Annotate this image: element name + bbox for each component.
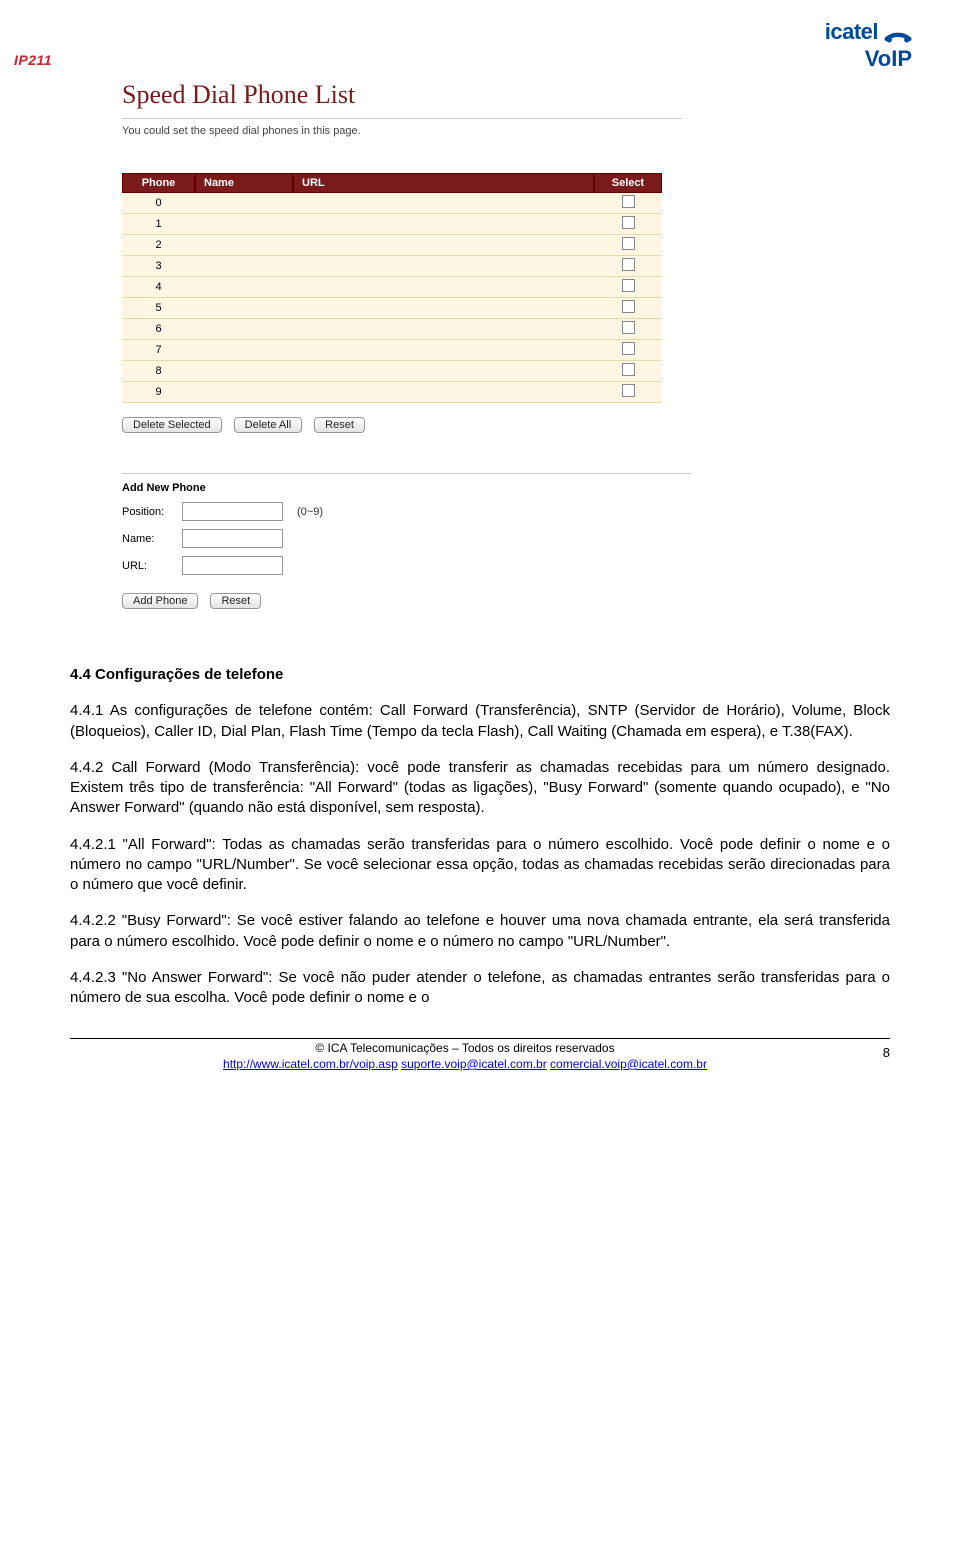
table-row: 4 — [122, 277, 662, 298]
table-row: 8 — [122, 361, 662, 382]
table-row: 9 — [122, 382, 662, 403]
table-row: 7 — [122, 340, 662, 361]
select-checkbox[interactable] — [622, 363, 635, 376]
phone-cell: 3 — [122, 256, 195, 277]
speed-dial-config-panel: Speed Dial Phone List You could set the … — [122, 80, 692, 609]
select-checkbox[interactable] — [622, 279, 635, 292]
paragraph: 4.4.2.1 "All Forward": Todas as chamadas… — [70, 835, 890, 896]
select-checkbox[interactable] — [622, 321, 635, 334]
product-label: IP211 — [14, 18, 52, 68]
paragraph: 4.4.2.2 "Busy Forward": Se você estiver … — [70, 911, 890, 952]
url-input[interactable] — [182, 556, 283, 575]
phone-table: Phone Name URL Select 0123456789 — [122, 173, 662, 403]
name-input[interactable] — [182, 529, 283, 548]
add-new-phone-heading: Add New Phone — [122, 473, 692, 494]
name-cell — [195, 277, 293, 298]
url-label: URL: — [122, 560, 172, 572]
brand-logo: icatel VoIP — [825, 18, 912, 72]
name-cell — [195, 214, 293, 235]
select-checkbox[interactable] — [622, 258, 635, 271]
url-cell — [293, 277, 594, 298]
name-cell — [195, 298, 293, 319]
phone-cell: 5 — [122, 298, 195, 319]
url-cell — [293, 214, 594, 235]
phone-cell: 0 — [122, 193, 195, 214]
page-number: 8 — [860, 1041, 890, 1060]
position-input[interactable] — [182, 502, 283, 521]
paragraph: 4.4.2 Call Forward (Modo Transferência):… — [70, 758, 890, 819]
footer-link[interactable]: http://www.icatel.com.br/voip.asp — [223, 1057, 398, 1071]
col-phone: Phone — [122, 173, 195, 193]
phone-cell: 8 — [122, 361, 195, 382]
url-cell — [293, 382, 594, 403]
select-checkbox[interactable] — [622, 237, 635, 250]
delete-all-button[interactable]: Delete All — [234, 417, 302, 433]
url-cell — [293, 319, 594, 340]
brand-name-bottom: VoIP — [825, 46, 912, 72]
page-footer: © ICA Telecomunicações – Todos os direit… — [70, 1038, 890, 1072]
paragraph: 4.4.2.3 "No Answer Forward": Se você não… — [70, 968, 890, 1009]
phone-arc-icon — [884, 18, 912, 46]
position-hint: (0~9) — [297, 506, 323, 518]
select-checkbox[interactable] — [622, 300, 635, 313]
phone-cell: 2 — [122, 235, 195, 256]
table-row: 1 — [122, 214, 662, 235]
name-cell — [195, 235, 293, 256]
col-url: URL — [293, 173, 594, 193]
name-cell — [195, 193, 293, 214]
select-checkbox[interactable] — [622, 342, 635, 355]
phone-cell: 9 — [122, 382, 195, 403]
brand-name-top: icatel — [825, 19, 878, 45]
footer-email-support[interactable]: suporte.voip@icatel.com.br — [401, 1057, 547, 1071]
delete-selected-button[interactable]: Delete Selected — [122, 417, 222, 433]
table-row: 3 — [122, 256, 662, 277]
name-label: Name: — [122, 533, 172, 545]
panel-title: Speed Dial Phone List — [122, 80, 692, 110]
url-cell — [293, 361, 594, 382]
copyright-line: © ICA Telecomunicações – Todos os direit… — [315, 1041, 614, 1055]
reset-list-button[interactable]: Reset — [314, 417, 365, 433]
add-phone-button[interactable]: Add Phone — [122, 593, 198, 609]
name-cell — [195, 361, 293, 382]
panel-subtitle: You could set the speed dial phones in t… — [122, 118, 682, 137]
reset-form-button[interactable]: Reset — [210, 593, 261, 609]
name-cell — [195, 319, 293, 340]
section-heading: 4.4 Configurações de telefone — [70, 665, 890, 685]
select-checkbox[interactable] — [622, 216, 635, 229]
url-cell — [293, 235, 594, 256]
paragraph: 4.4.1 As configurações de telefone conté… — [70, 701, 890, 742]
select-checkbox[interactable] — [622, 195, 635, 208]
url-cell — [293, 193, 594, 214]
table-row: 6 — [122, 319, 662, 340]
page-header: IP211 icatel VoIP — [70, 18, 890, 72]
url-cell — [293, 298, 594, 319]
phone-cell: 1 — [122, 214, 195, 235]
footer-email-sales[interactable]: comercial.voip@icatel.com.br — [550, 1057, 707, 1071]
table-row: 2 — [122, 235, 662, 256]
url-cell — [293, 340, 594, 361]
select-checkbox[interactable] — [622, 384, 635, 397]
document-body: 4.4 Configurações de telefone 4.4.1 As c… — [70, 665, 890, 1008]
col-select: Select — [594, 173, 662, 193]
url-cell — [293, 256, 594, 277]
name-cell — [195, 382, 293, 403]
col-name: Name — [195, 173, 293, 193]
position-label: Position: — [122, 506, 172, 518]
table-row: 5 — [122, 298, 662, 319]
phone-cell: 7 — [122, 340, 195, 361]
name-cell — [195, 256, 293, 277]
phone-cell: 4 — [122, 277, 195, 298]
phone-cell: 6 — [122, 319, 195, 340]
table-row: 0 — [122, 193, 662, 214]
name-cell — [195, 340, 293, 361]
